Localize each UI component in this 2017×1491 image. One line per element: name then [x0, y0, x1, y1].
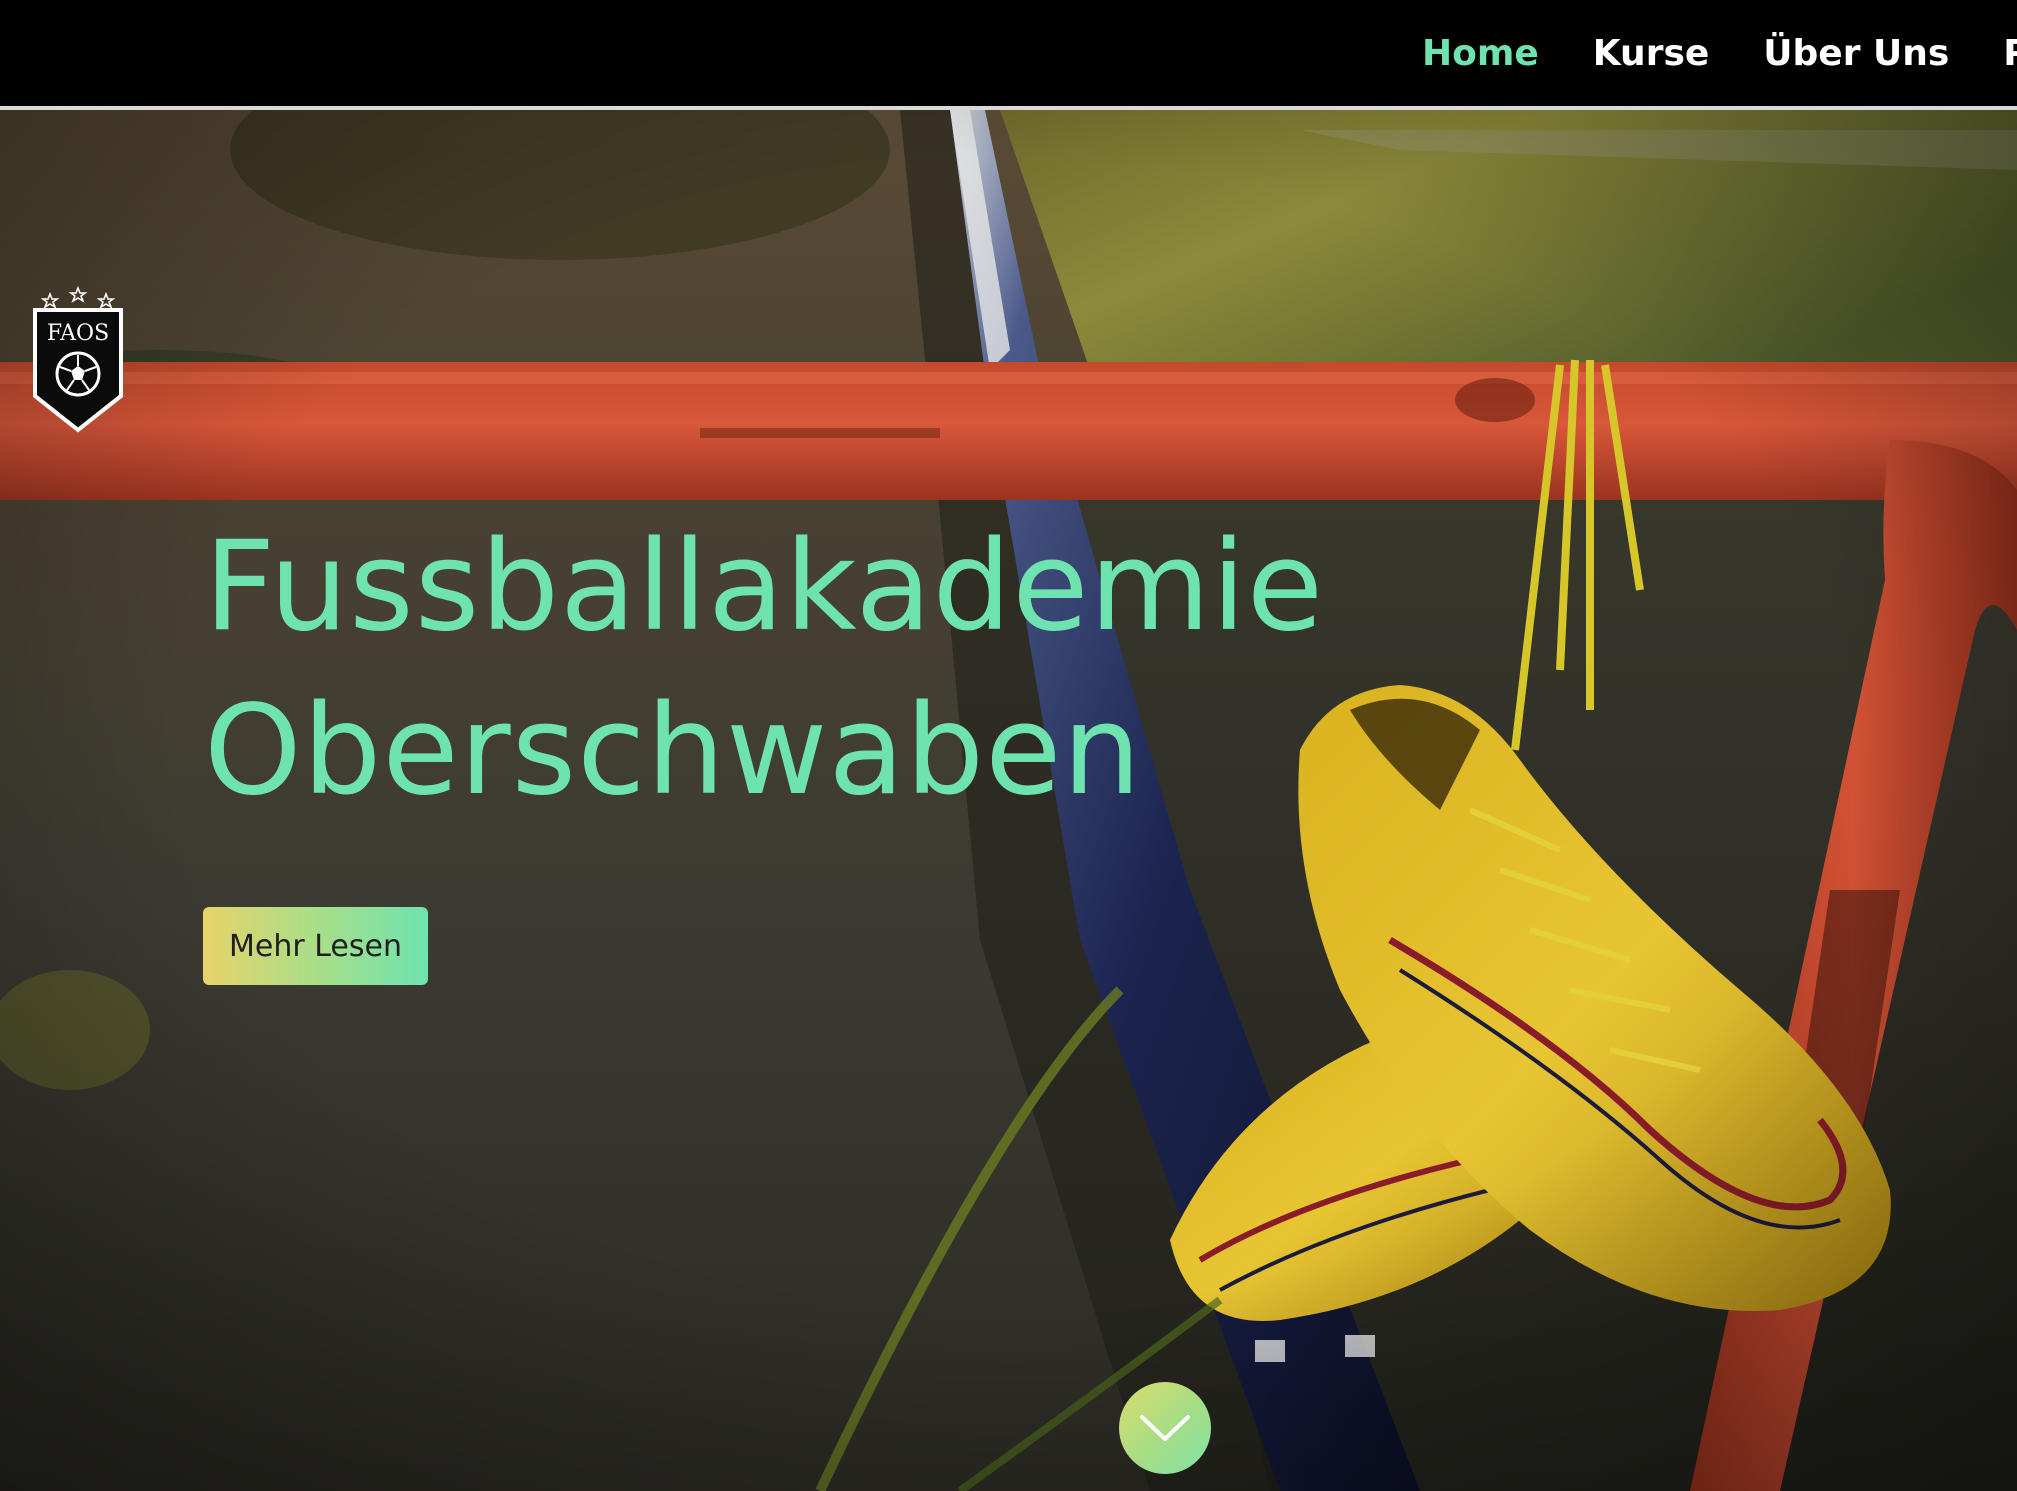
faos-logo[interactable]: FAOS	[32, 286, 124, 436]
hero-title-line-2: Oberschwaben	[204, 679, 1142, 823]
scroll-down-button[interactable]	[1119, 1382, 1211, 1474]
main-nav: Home Kurse Über Uns Pro	[1422, 0, 2017, 106]
nav-item-kurse[interactable]: Kurse	[1593, 33, 1710, 74]
nav-item-pro[interactable]: Pro	[2003, 33, 2017, 74]
nav-item-home[interactable]: Home	[1422, 33, 1539, 74]
nav-item-ueber-uns[interactable]: Über Uns	[1763, 33, 1949, 74]
hero-title-line-1: Fussballakademie	[204, 515, 1325, 659]
logo-text: FAOS	[47, 321, 109, 346]
logo-stars	[40, 286, 116, 309]
mehr-lesen-button[interactable]: Mehr Lesen	[203, 907, 428, 985]
nav-divider	[0, 106, 2017, 110]
top-navigation-bar: Home Kurse Über Uns Pro	[0, 0, 2017, 106]
hero-title: Fussballakademie Oberschwaben	[204, 505, 1324, 833]
chevron-down-icon	[1140, 1415, 1190, 1441]
